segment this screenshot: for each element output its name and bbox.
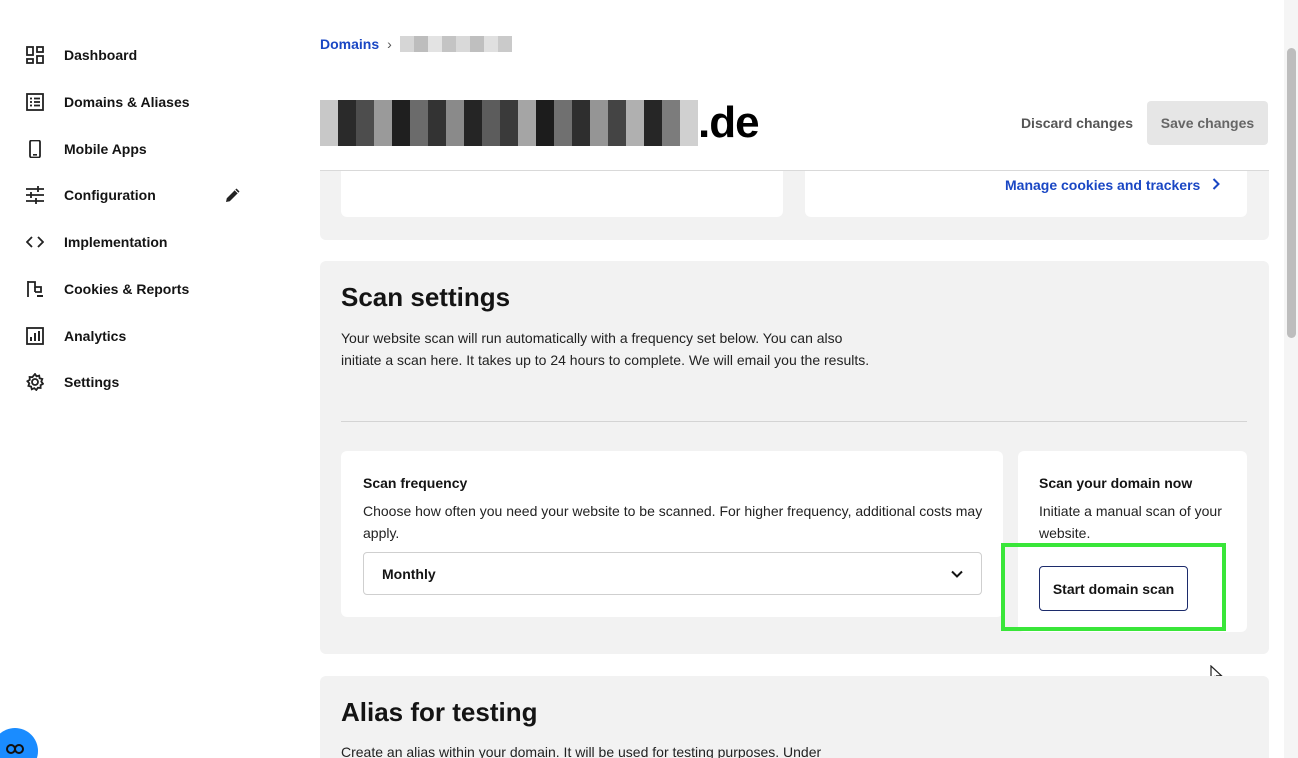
manage-cookies-link[interactable]: Manage cookies and trackers	[1005, 177, 1221, 193]
scrollbar-thumb[interactable]	[1287, 48, 1296, 338]
chat-widget-button[interactable]	[0, 728, 38, 758]
sidebar-item-label: Implementation	[64, 234, 168, 250]
redacted-domain-crumb[interactable]	[399, 36, 512, 52]
list-icon	[26, 93, 44, 111]
start-domain-scan-button[interactable]: Start domain scan	[1039, 566, 1188, 611]
section-divider	[341, 421, 1247, 422]
chart-icon	[26, 327, 44, 345]
scan-frequency-value: Monthly	[382, 565, 436, 582]
sidebar-item-configuration[interactable]: Configuration	[26, 183, 156, 207]
save-changes-button[interactable]: Save changes	[1147, 101, 1268, 145]
sliders-icon	[26, 186, 44, 204]
sidebar-item-label: Analytics	[64, 328, 127, 344]
sidebar-item-label: Domains & Aliases	[64, 94, 190, 110]
breadcrumb-separator: ›	[387, 36, 392, 52]
sidebar-item-cookies-reports[interactable]: Cookies & Reports	[26, 277, 189, 301]
sidebar-item-label: Mobile Apps	[64, 141, 147, 157]
sidebar-item-label: Cookies & Reports	[64, 281, 190, 297]
flag-icon	[26, 280, 44, 298]
scan-settings-description: Your website scan will run automatically…	[341, 330, 870, 368]
dashboard-icon	[26, 46, 44, 64]
sidebar-item-label: Configuration	[64, 187, 156, 203]
chevron-down-icon	[951, 565, 963, 583]
gear-icon	[26, 373, 44, 391]
chevron-right-icon	[1212, 177, 1221, 193]
scan-frequency-select[interactable]: Monthly	[363, 552, 982, 595]
manage-cookies-label: Manage cookies and trackers	[1005, 177, 1201, 193]
scan-frequency-title: Scan frequency	[363, 475, 468, 491]
sidebar-item-settings[interactable]: Settings	[26, 370, 119, 394]
sidebar-item-analytics[interactable]: Analytics	[26, 324, 126, 348]
mobile-icon	[26, 140, 44, 158]
page-scrollbar[interactable]	[1284, 0, 1298, 758]
sidebar-item-implementation[interactable]: Implementation	[26, 230, 167, 254]
sidebar-item-dashboard[interactable]: Dashboard	[26, 43, 137, 67]
pencil-icon[interactable]	[223, 185, 243, 205]
breadcrumb: Domains ›	[320, 36, 512, 52]
scan-now-title: Scan your domain now	[1039, 475, 1193, 491]
scan-settings-title: Scan settings	[341, 282, 511, 312]
sidebar: Dashboard Domains & Aliases Mobile Apps …	[0, 0, 300, 758]
alias-title: Alias for testing	[341, 697, 538, 727]
breadcrumb-domains-link[interactable]: Domains	[320, 36, 379, 52]
chat-icon	[4, 742, 26, 758]
sidebar-item-label: Settings	[64, 374, 120, 390]
sidebar-item-mobile-apps[interactable]: Mobile Apps	[26, 137, 147, 161]
scan-frequency-description: Choose how often you need your website t…	[363, 503, 983, 541]
sidebar-item-domains-aliases[interactable]: Domains & Aliases	[26, 90, 190, 114]
cookies-card-left	[341, 171, 783, 217]
redacted-domain-name	[320, 100, 698, 146]
page-title: .de	[320, 96, 760, 150]
code-icon	[26, 233, 44, 251]
header-actions: Discard changes Save changes	[1021, 101, 1268, 145]
domain-suffix: .de	[698, 98, 760, 147]
alias-description: Create an alias within your domain. It w…	[341, 744, 822, 758]
sidebar-item-label: Dashboard	[64, 47, 138, 63]
scan-now-description: Initiate a manual scan of your website.	[1039, 503, 1222, 541]
discard-changes-button[interactable]: Discard changes	[1021, 101, 1133, 145]
